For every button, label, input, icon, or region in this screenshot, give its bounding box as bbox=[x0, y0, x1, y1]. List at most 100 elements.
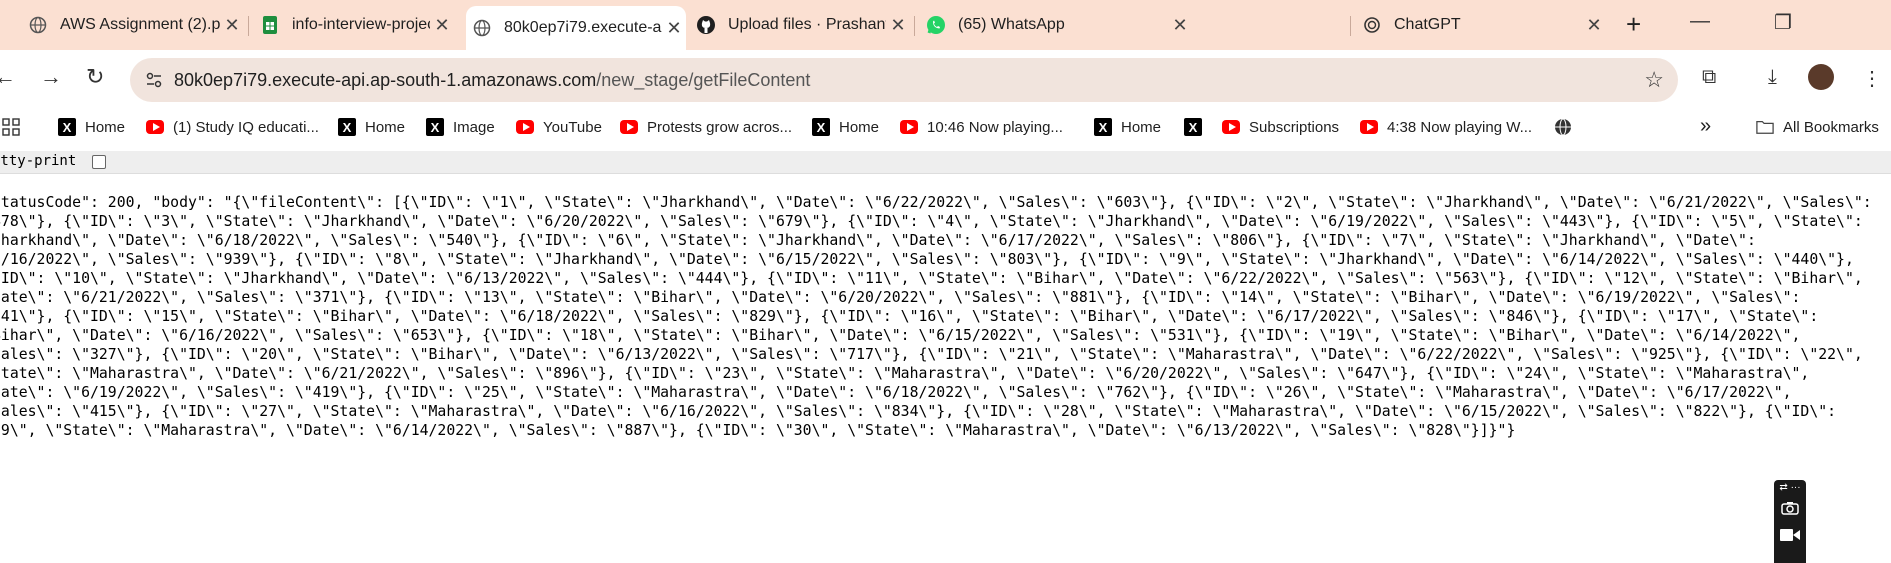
bookmark-label: (1) Study IQ educati... bbox=[173, 118, 319, 136]
apps-grid-icon[interactable] bbox=[2, 118, 20, 136]
tab-label: AWS Assignment (2).pdf bbox=[60, 16, 220, 33]
bookmark-label: 4:38 Now playing W... bbox=[1387, 118, 1533, 136]
response-line: Sales\": \"327\"}, {\"ID\": \"20\", \"St… bbox=[0, 346, 1863, 363]
tab-chatgpt[interactable]: ChatGPT ✕ bbox=[1356, 8, 1606, 42]
x-icon: X bbox=[1184, 118, 1202, 136]
response-line: Date\": \"6/21/2022\", \"Sales\": \"371\… bbox=[0, 289, 1801, 306]
pretty-print-label: etty-print bbox=[0, 153, 77, 169]
bookmark-item[interactable]: X Image bbox=[426, 118, 495, 136]
chatgpt-icon bbox=[1362, 15, 1382, 35]
download-icon[interactable]: ⤓ bbox=[1768, 66, 1777, 89]
bookmark-label: Protests grow acros... bbox=[647, 118, 793, 136]
bookmark-label: 10:46 Now playing... bbox=[927, 118, 1063, 136]
tab-label: (65) WhatsApp bbox=[958, 16, 1065, 33]
pretty-print-checkbox[interactable] bbox=[92, 155, 106, 169]
reload-button[interactable]: ↻ bbox=[86, 64, 104, 90]
new-tab-button[interactable]: + bbox=[1626, 11, 1641, 37]
all-bookmarks[interactable]: All Bookmarks bbox=[1756, 118, 1879, 136]
video-icon[interactable] bbox=[1774, 528, 1806, 545]
sheets-icon bbox=[260, 15, 280, 35]
minimize-button[interactable]: — bbox=[1690, 10, 1710, 33]
bookmark-item[interactable]: 10:46 Now playing... bbox=[900, 118, 1063, 136]
tab-whatsapp[interactable]: (65) WhatsApp ✕ bbox=[920, 8, 1340, 42]
tab-strip: AWS Assignment (2).pdf ✕ info-interview-… bbox=[0, 0, 1891, 50]
bookmark-label: Home bbox=[85, 118, 126, 136]
tab-label: info-interview-project - S3 bbox=[292, 16, 430, 33]
site-info-icon[interactable] bbox=[144, 70, 164, 95]
tab-aws-assignment[interactable]: AWS Assignment (2).pdf ✕ bbox=[22, 8, 244, 42]
x-icon: X bbox=[58, 118, 76, 136]
url-path: /new_stage/getFileContent bbox=[596, 70, 811, 90]
all-bookmarks-label: All Bookmarks bbox=[1783, 118, 1879, 136]
response-line: statusCode": 200, "body": "{\"fileConten… bbox=[0, 194, 1872, 211]
screen-capture-widget[interactable]: ⇄ ··· bbox=[1774, 480, 1806, 563]
youtube-icon bbox=[620, 118, 638, 136]
github-icon bbox=[696, 15, 716, 35]
tab-upload-files[interactable]: Upload files · Prashanth-20 ✕ bbox=[690, 8, 910, 42]
youtube-icon bbox=[516, 118, 534, 136]
pretty-print-bar: etty-print bbox=[0, 151, 1891, 174]
youtube-icon bbox=[1222, 118, 1240, 136]
close-icon[interactable]: ✕ bbox=[662, 18, 686, 39]
bookmark-item[interactable]: X Home bbox=[338, 118, 405, 136]
bookmark-item[interactable]: X Home bbox=[58, 118, 125, 136]
bookmark-item[interactable]: Protests grow acros... bbox=[620, 118, 792, 136]
bookmark-item[interactable]: X Home bbox=[1094, 118, 1161, 136]
close-icon[interactable]: ✕ bbox=[430, 15, 454, 36]
response-line: Sales\": \"415\"}, {\"ID\": \"27\", \"St… bbox=[0, 403, 1837, 420]
address-bar[interactable]: 80k0ep7i79.execute-api.ap-south-1.amazon… bbox=[130, 58, 1678, 102]
bookmark-item[interactable]: (1) Study IQ educati... bbox=[146, 118, 319, 136]
response-line: 478\"}, {\"ID\": \"3\", \"State\": \"Jha… bbox=[0, 213, 1863, 230]
restore-button[interactable]: ❐ bbox=[1774, 10, 1792, 35]
youtube-icon bbox=[146, 118, 164, 136]
url-host: 80k0ep7i79.execute-api.ap-south-1.amazon… bbox=[174, 70, 597, 90]
folder-icon bbox=[1756, 118, 1774, 136]
close-icon[interactable]: ✕ bbox=[886, 15, 910, 36]
close-icon[interactable]: ✕ bbox=[220, 15, 244, 36]
back-button[interactable]: ← bbox=[0, 64, 16, 90]
response-line: Date\": \"6/19/2022\", \"Sales\": \"419\… bbox=[0, 384, 1792, 401]
bookmarks-overflow-icon[interactable]: » bbox=[1700, 115, 1711, 138]
response-line: "ID\": \"10\", \"State\": \"Jharkhand\",… bbox=[0, 270, 1863, 287]
camera-icon[interactable] bbox=[1774, 501, 1806, 518]
bookmarks-bar: X Home (1) Study IQ educati... X Home X Ima… bbox=[0, 110, 1891, 150]
response-line: Jharkhand\", \"Date\": \"6/18/2022\", \"… bbox=[0, 232, 1756, 249]
response-body: statusCode": 200, "body": "{\"fileConten… bbox=[0, 193, 1882, 440]
menu-icon[interactable]: ⋮ bbox=[1862, 66, 1882, 91]
x-icon: X bbox=[1094, 118, 1112, 136]
close-icon[interactable]: ✕ bbox=[1168, 15, 1192, 36]
x-icon: X bbox=[426, 118, 444, 136]
bookmark-item[interactable]: X Home bbox=[812, 118, 879, 136]
bookmark-item[interactable] bbox=[1554, 118, 1581, 136]
youtube-icon bbox=[1360, 118, 1378, 136]
x-icon: X bbox=[812, 118, 830, 136]
response-line: Bihar\", \"Date\": \"6/16/2022\", \"Sale… bbox=[0, 327, 1801, 344]
tab-label: ChatGPT bbox=[1394, 16, 1461, 33]
url-text: 80k0ep7i79.execute-api.ap-south-1.amazon… bbox=[174, 70, 810, 91]
widget-handle-icon[interactable]: ⇄ ··· bbox=[1774, 482, 1806, 493]
avatar[interactable] bbox=[1808, 64, 1834, 90]
globe-icon bbox=[472, 18, 492, 38]
bookmark-label: Image bbox=[453, 118, 495, 136]
tab-separator bbox=[914, 16, 915, 36]
tab-separator bbox=[1350, 16, 1351, 36]
bookmark-item[interactable]: X bbox=[1184, 118, 1211, 136]
youtube-icon bbox=[900, 118, 918, 136]
extensions-icon[interactable]: ⧉ bbox=[1702, 66, 1716, 89]
tab-execute-api[interactable]: 80k0ep7i79.execute-api.ap ✕ bbox=[466, 6, 686, 50]
bookmark-item[interactable]: 4:38 Now playing W... bbox=[1360, 118, 1532, 136]
close-icon[interactable]: ✕ bbox=[1582, 15, 1606, 36]
globe-icon bbox=[28, 15, 48, 35]
x-icon: X bbox=[338, 118, 356, 136]
tab-label: 80k0ep7i79.execute-api.ap bbox=[504, 19, 662, 36]
bookmark-label: Home bbox=[839, 118, 880, 136]
bookmark-label: YouTube bbox=[543, 118, 602, 136]
bookmark-item[interactable]: YouTube bbox=[516, 118, 602, 136]
tab-info-interview-project[interactable]: info-interview-project - S3 ✕ bbox=[254, 8, 454, 42]
response-line: 541\"}, {\"ID\": \"15\", \"State\": \"Bi… bbox=[0, 308, 1819, 325]
response-line: 5/16/2022\", \"Sales\": \"939\"}, {\"ID\… bbox=[0, 251, 1854, 268]
tab-separator bbox=[248, 16, 249, 36]
forward-button[interactable]: → bbox=[40, 64, 62, 90]
bookmark-star-icon[interactable]: ☆ bbox=[1644, 67, 1664, 93]
bookmark-item[interactable]: Subscriptions bbox=[1222, 118, 1339, 136]
